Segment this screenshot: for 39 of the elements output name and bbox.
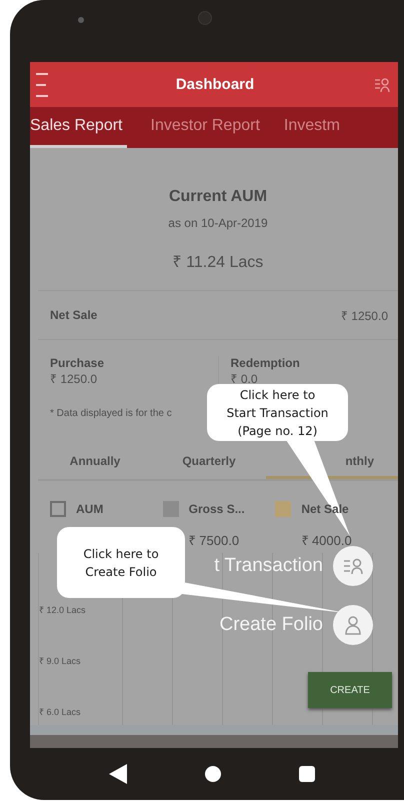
breakdown-label: Purchase <box>50 356 106 370</box>
aum-amount: ₹ 11.24 Lacs <box>172 253 264 272</box>
hint-tooltip: Click here to Start Transaction (Page no. 12) <box>207 384 348 441</box>
report-tab[interactable]: Investm <box>284 107 340 148</box>
legend-value: ₹ 4000.0 <box>301 533 352 548</box>
period-tab[interactable]: Quarterly <box>152 439 266 479</box>
action-label: t Transaction <box>214 555 323 577</box>
person-list-icon <box>343 557 363 575</box>
report-tab[interactable]: Sales Report <box>30 107 126 148</box>
report-tab[interactable]: Investor Report <box>150 107 260 148</box>
person-icon <box>344 615 362 635</box>
legend-value: ₹ 7500.0 <box>188 533 240 548</box>
create-folio-button[interactable] <box>333 605 373 645</box>
home-icon[interactable] <box>205 766 221 782</box>
transaction-button[interactable] <box>333 546 373 586</box>
recents-icon[interactable] <box>299 766 315 782</box>
sensor-dot <box>78 17 84 23</box>
period-tab[interactable]: Annually <box>38 439 152 479</box>
legend-label: Gross S... <box>188 502 245 516</box>
net-sale-label: Net Sale <box>50 308 98 322</box>
breakdown-value: ₹ 1250.0 <box>50 371 98 387</box>
axis-label: ₹ 12.0 Lacs <box>39 604 87 616</box>
create-button[interactable]: CREATE <box>308 672 392 708</box>
axis-label: ₹ 9.0 Lacs <box>39 655 82 667</box>
legend-label: AUM <box>76 502 104 516</box>
people-list-icon[interactable] <box>374 76 390 92</box>
screen-title: Dashboard <box>174 76 256 93</box>
camera-lens <box>199 12 211 24</box>
action-label: Create Folio <box>220 614 323 636</box>
aum-title: Current AUM <box>168 188 268 206</box>
net-sale-value: ₹ 1250.0 <box>340 308 388 324</box>
data-note: * Data displayed is for the c <box>50 408 172 419</box>
back-icon[interactable] <box>109 764 127 784</box>
menu-icon[interactable] <box>36 72 48 98</box>
breakdown-label: Redemption <box>230 356 301 370</box>
aum-date: as on 10-Apr-2019 <box>168 216 268 230</box>
breakdown-value: ₹ 0.0 <box>230 371 259 387</box>
axis-label: ₹ 6.0 Lacs <box>39 706 82 718</box>
hint-tooltip: Click here to Create Folio <box>57 527 185 598</box>
